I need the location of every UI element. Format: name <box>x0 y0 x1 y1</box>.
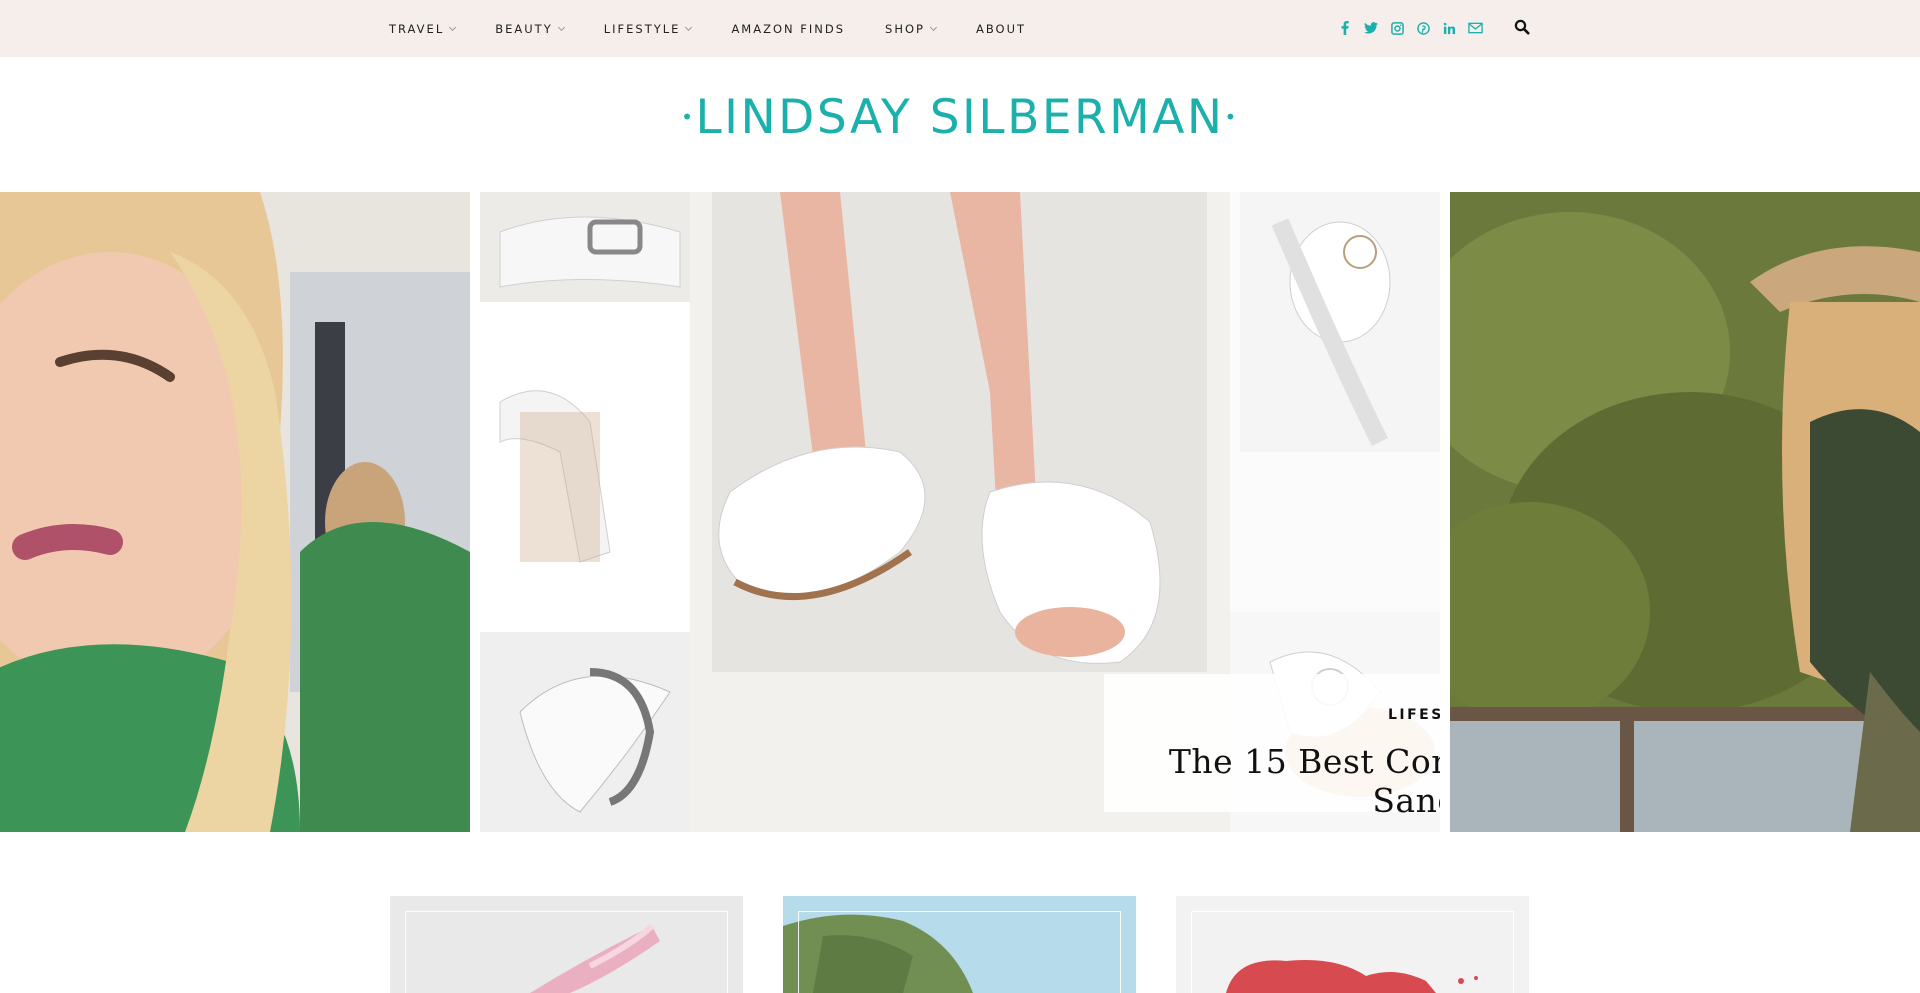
portrait-photo <box>0 192 470 832</box>
nav-item-label: SHOP <box>885 21 925 36</box>
site-logo[interactable]: •LINDSAY SILBERMAN• <box>0 90 1920 145</box>
nav-item-label: AMAZON FINDS <box>731 21 846 36</box>
logo-dot-right: • <box>1224 104 1239 129</box>
nav-item-shop[interactable]: SHOP <box>885 21 938 36</box>
slide-current[interactable]: LIFESTYLE The 15 Best Comfortable White … <box>480 192 1440 832</box>
email-icon[interactable] <box>1466 19 1484 37</box>
card-frame <box>405 911 728 993</box>
logo-dot-left: • <box>681 104 696 129</box>
post-card[interactable] <box>783 896 1136 993</box>
nav-item-amazon-finds[interactable]: AMAZON FINDS <box>731 22 845 36</box>
slide-previous[interactable] <box>0 192 470 832</box>
slide-next[interactable] <box>1450 192 1920 832</box>
nav-item-beauty[interactable]: BEAUTY <box>495 21 565 36</box>
chevron-down-icon <box>685 23 693 31</box>
post-category[interactable]: LIFESTYLE <box>1104 707 1440 723</box>
search-icon[interactable] <box>1514 19 1532 37</box>
featured-caption[interactable]: LIFESTYLE The 15 Best Comfortable White … <box>1104 674 1440 820</box>
linkedin-icon[interactable] <box>1440 19 1458 37</box>
twitter-icon[interactable] <box>1362 19 1380 37</box>
outdoor-photo <box>1450 192 1920 832</box>
pinterest-icon[interactable] <box>1414 19 1432 37</box>
nav-item-lifestyle[interactable]: LIFESTYLE <box>603 21 693 36</box>
nav-item-label: LIFESTYLE <box>603 21 681 36</box>
nav-item-about[interactable]: ABOUT <box>976 22 1026 36</box>
instagram-icon[interactable] <box>1388 19 1406 37</box>
main-nav: TRAVEL BEAUTY LIFESTYLE AMAZON FINDS SHO… <box>389 0 1066 57</box>
featured-cards <box>390 896 1530 993</box>
post-title[interactable]: The 15 Best Comfortable White Sandals <box>1104 742 1440 820</box>
logo-text: LINDSAY SILBERMAN <box>695 90 1225 145</box>
chevron-down-icon <box>929 23 938 31</box>
card-frame <box>798 911 1121 993</box>
chevron-down-icon <box>557 23 565 31</box>
hero-slider: LIFESTYLE The 15 Best Comfortable White … <box>0 192 1920 832</box>
card-frame <box>1191 911 1514 993</box>
nav-item-label: ABOUT <box>975 21 1027 36</box>
nav-item-travel[interactable]: TRAVEL <box>389 21 457 36</box>
post-card[interactable] <box>390 896 743 993</box>
chevron-down-icon <box>449 23 457 31</box>
social-links <box>1336 18 1492 38</box>
nav-item-label: BEAUTY <box>495 21 553 36</box>
facebook-icon[interactable] <box>1336 19 1354 37</box>
nav-item-label: TRAVEL <box>389 21 445 36</box>
post-card[interactable] <box>1176 896 1529 993</box>
top-bar: TRAVEL BEAUTY LIFESTYLE AMAZON FINDS SHO… <box>0 0 1920 57</box>
